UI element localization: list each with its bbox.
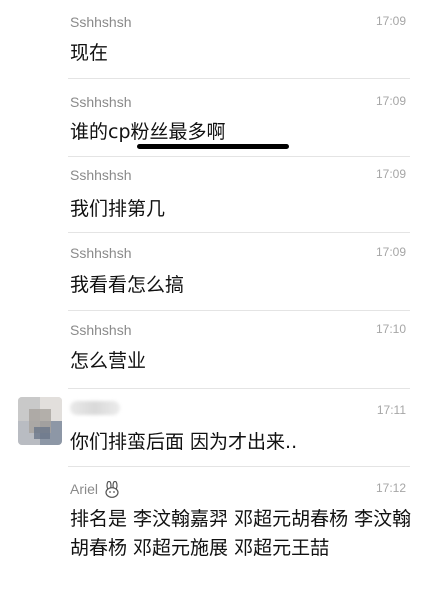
message-time: 17:09: [375, 245, 406, 259]
sender-name[interactable]: Sshhshsh: [70, 167, 131, 183]
message-text: 我看看怎么搞: [70, 274, 185, 296]
annotation-underline: [137, 144, 289, 149]
sender-name[interactable]: Sshhshsh: [70, 322, 131, 338]
message-time: 17:12: [375, 481, 406, 495]
message-text: 我们排第几: [70, 198, 166, 220]
message-time: 17:11: [376, 403, 406, 417]
message-time: 17:09: [375, 167, 406, 181]
chat-message[interactable]: Sshhshsh 17:09 我看看怎么搞: [0, 233, 424, 309]
chat-message-list: Sshhshsh 17:09 现在 Sshhshsh 17:09 谁的cp粉丝最…: [0, 0, 424, 600]
message-text: 你们排蛮后面 因为才出来..: [70, 431, 298, 453]
chat-message[interactable]: 17:11 你们排蛮后面 因为才出来..: [0, 389, 424, 465]
chat-message[interactable]: Sshhshsh 17:09 现在: [0, 0, 424, 78]
message-text: 谁的cp粉丝最多啊: [70, 121, 226, 143]
message-time: 17:09: [375, 14, 406, 28]
chat-message[interactable]: Sshhshsh 17:09 我们排第几: [0, 157, 424, 233]
sender-name[interactable]: Ariel: [70, 481, 98, 497]
sender-name[interactable]: Sshhshsh: [70, 14, 131, 30]
sender-name[interactable]: Sshhshsh: [70, 245, 131, 261]
sender-name[interactable]: Sshhshsh: [70, 94, 131, 110]
message-text: 怎么营业: [70, 350, 147, 372]
message-time: 17:09: [375, 94, 406, 108]
bunny-icon: [105, 481, 119, 498]
message-text: 现在: [70, 42, 109, 64]
chat-message[interactable]: Ariel 17:12 排名是 李汶翰嘉羿 邓超元胡春杨 李汶翰胡春杨 邓超元施…: [0, 467, 424, 600]
message-text: 排名是 李汶翰嘉羿 邓超元胡春杨 李汶翰胡春杨 邓超元施展 邓超元王喆: [70, 508, 412, 559]
chat-message[interactable]: Sshhshsh 17:10 怎么营业: [0, 311, 424, 387]
message-time: 17:10: [375, 322, 406, 336]
